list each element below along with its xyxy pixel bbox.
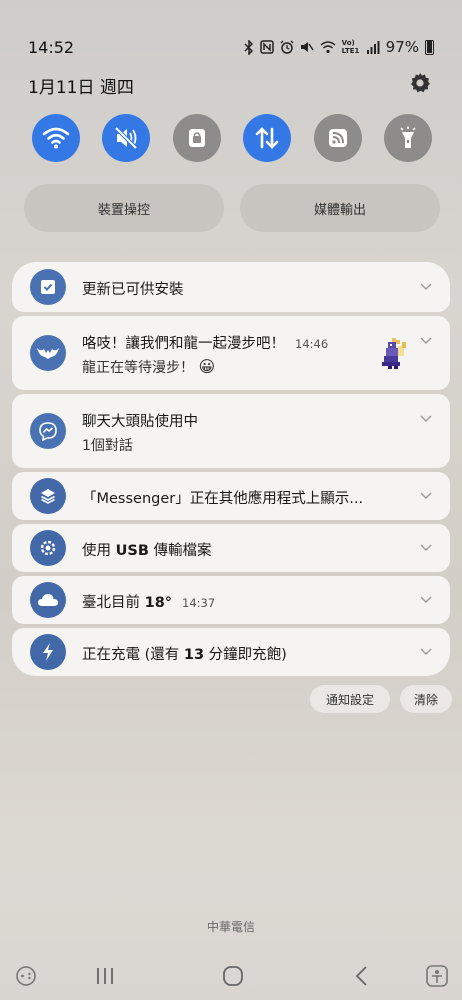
notification-title: 「Messenger」正在其他應用程式上顯示... xyxy=(82,491,364,507)
notification-title: 使用 USB 傳輸檔案 xyxy=(82,539,212,560)
notification-text: 1個對話 xyxy=(82,438,133,454)
notification-title: 聊天大頭貼使用中 xyxy=(82,414,198,430)
notification-title: 臺北目前 18° 14:37 xyxy=(82,591,215,612)
alarm-icon xyxy=(280,40,294,54)
lock-icon xyxy=(188,129,205,147)
title-bold: 13 xyxy=(183,647,205,663)
notification-chat-heads[interactable]: 聊天大頭貼使用中 1個對話 xyxy=(12,394,450,468)
notification-settings-button[interactable]: 通知設定 xyxy=(310,685,390,713)
data-arrows-icon xyxy=(255,127,279,149)
cast-icon xyxy=(328,129,347,147)
clear-button[interactable]: 清除 xyxy=(400,685,452,713)
charging-icon xyxy=(30,634,66,670)
smile-emoji: 😀 xyxy=(198,357,216,376)
media-output-button[interactable]: 媒體輸出 xyxy=(240,184,440,232)
back-icon[interactable] xyxy=(354,965,370,987)
chevron-down-icon[interactable] xyxy=(420,283,432,291)
notification-update[interactable]: 更新已可供安裝 xyxy=(12,262,450,312)
nfc-icon xyxy=(259,40,274,54)
quick-settings-row xyxy=(32,114,432,162)
qs-rotation-lock-toggle[interactable] xyxy=(172,114,221,162)
home-icon[interactable] xyxy=(222,965,244,987)
bluetooth-icon xyxy=(244,39,253,55)
notification-charging[interactable]: 正在充電 (還有 13 分鐘即充飽) xyxy=(12,628,450,676)
network-label: Vo) LTE1 xyxy=(341,39,360,55)
notification-title: 更新已可供安裝 xyxy=(82,282,184,298)
notification-text: 龍正在等待漫步！ 😀 xyxy=(82,357,215,377)
title-prefix: 臺北目前 xyxy=(82,595,145,611)
bat-wing-icon xyxy=(30,335,66,371)
signal-icon xyxy=(366,40,380,54)
game-launcher-icon[interactable] xyxy=(14,964,38,988)
notification-title-text: 咯吱！讓我們和龍一起漫步吧！ xyxy=(82,336,285,352)
notification-weather[interactable]: 臺北目前 18° 14:37 xyxy=(12,576,450,624)
title-suffix: 傳輸檔案 xyxy=(148,543,212,559)
mute-icon xyxy=(114,126,138,150)
chevron-down-icon[interactable] xyxy=(420,492,432,500)
navigation-bar xyxy=(0,962,462,990)
layers-icon xyxy=(30,478,66,514)
settings-gear-icon[interactable] xyxy=(408,71,432,95)
status-time: 14:52 xyxy=(28,38,75,57)
chevron-down-icon[interactable] xyxy=(420,648,432,656)
qs-sound-toggle[interactable] xyxy=(102,114,151,162)
panel-date: 1月11日 週四 xyxy=(28,78,134,98)
qs-cast-toggle[interactable] xyxy=(313,114,362,162)
dragon-sprite-icon xyxy=(382,338,406,369)
notification-title: 咯吱！讓我們和龍一起漫步吧！ 14:46 xyxy=(82,332,328,353)
battery-icon xyxy=(425,39,434,55)
qs-wifi-toggle[interactable] xyxy=(32,114,80,162)
notification-time: 14:46 xyxy=(295,337,329,351)
title-prefix: 使用 xyxy=(82,543,116,559)
messenger-icon xyxy=(30,413,66,449)
battery-percent: 97% xyxy=(385,38,419,56)
mute-status-icon xyxy=(300,42,314,52)
title-suffix: 分鐘即充飽) xyxy=(204,647,287,663)
title-bold: USB xyxy=(115,543,149,559)
title-bold: 18° xyxy=(144,595,173,611)
update-icon xyxy=(30,269,66,305)
notification-dragon[interactable]: 咯吱！讓我們和龍一起漫步吧！ 14:46 龍正在等待漫步！ 😀 xyxy=(12,316,450,390)
wifi-icon xyxy=(42,127,70,149)
device-control-button[interactable]: 裝置操控 xyxy=(24,184,224,232)
qs-mobile-data-toggle[interactable] xyxy=(243,114,292,162)
flashlight-icon xyxy=(400,126,416,148)
notification-text-content: 龍正在等待漫步！ xyxy=(82,360,194,376)
recent-apps-icon[interactable] xyxy=(94,966,116,986)
chevron-down-icon[interactable] xyxy=(420,596,432,604)
status-icons: Vo) LTE1 97% xyxy=(244,38,434,56)
chevron-down-icon[interactable] xyxy=(420,337,432,345)
chevron-down-icon[interactable] xyxy=(420,544,432,552)
notification-time: 14:37 xyxy=(182,596,216,610)
chevron-down-icon[interactable] xyxy=(420,415,432,423)
title-prefix: 正在充電 (還有 xyxy=(82,647,184,663)
notification-title: 正在充電 (還有 13 分鐘即充飽) xyxy=(82,643,287,664)
notification-usb[interactable]: 使用 USB 傳輸檔案 xyxy=(12,524,450,572)
status-bar: 14:52 Vo) LTE1 97% xyxy=(0,36,462,60)
accessibility-icon[interactable] xyxy=(424,963,450,989)
cloud-icon xyxy=(30,582,66,618)
usb-settings-icon xyxy=(30,530,66,566)
carrier-label: 中華電信 xyxy=(206,920,255,934)
qs-flashlight-toggle[interactable] xyxy=(383,114,432,162)
notification-messenger-overlay[interactable]: 「Messenger」正在其他應用程式上顯示... xyxy=(12,472,450,520)
wifi-status-icon xyxy=(320,40,336,53)
